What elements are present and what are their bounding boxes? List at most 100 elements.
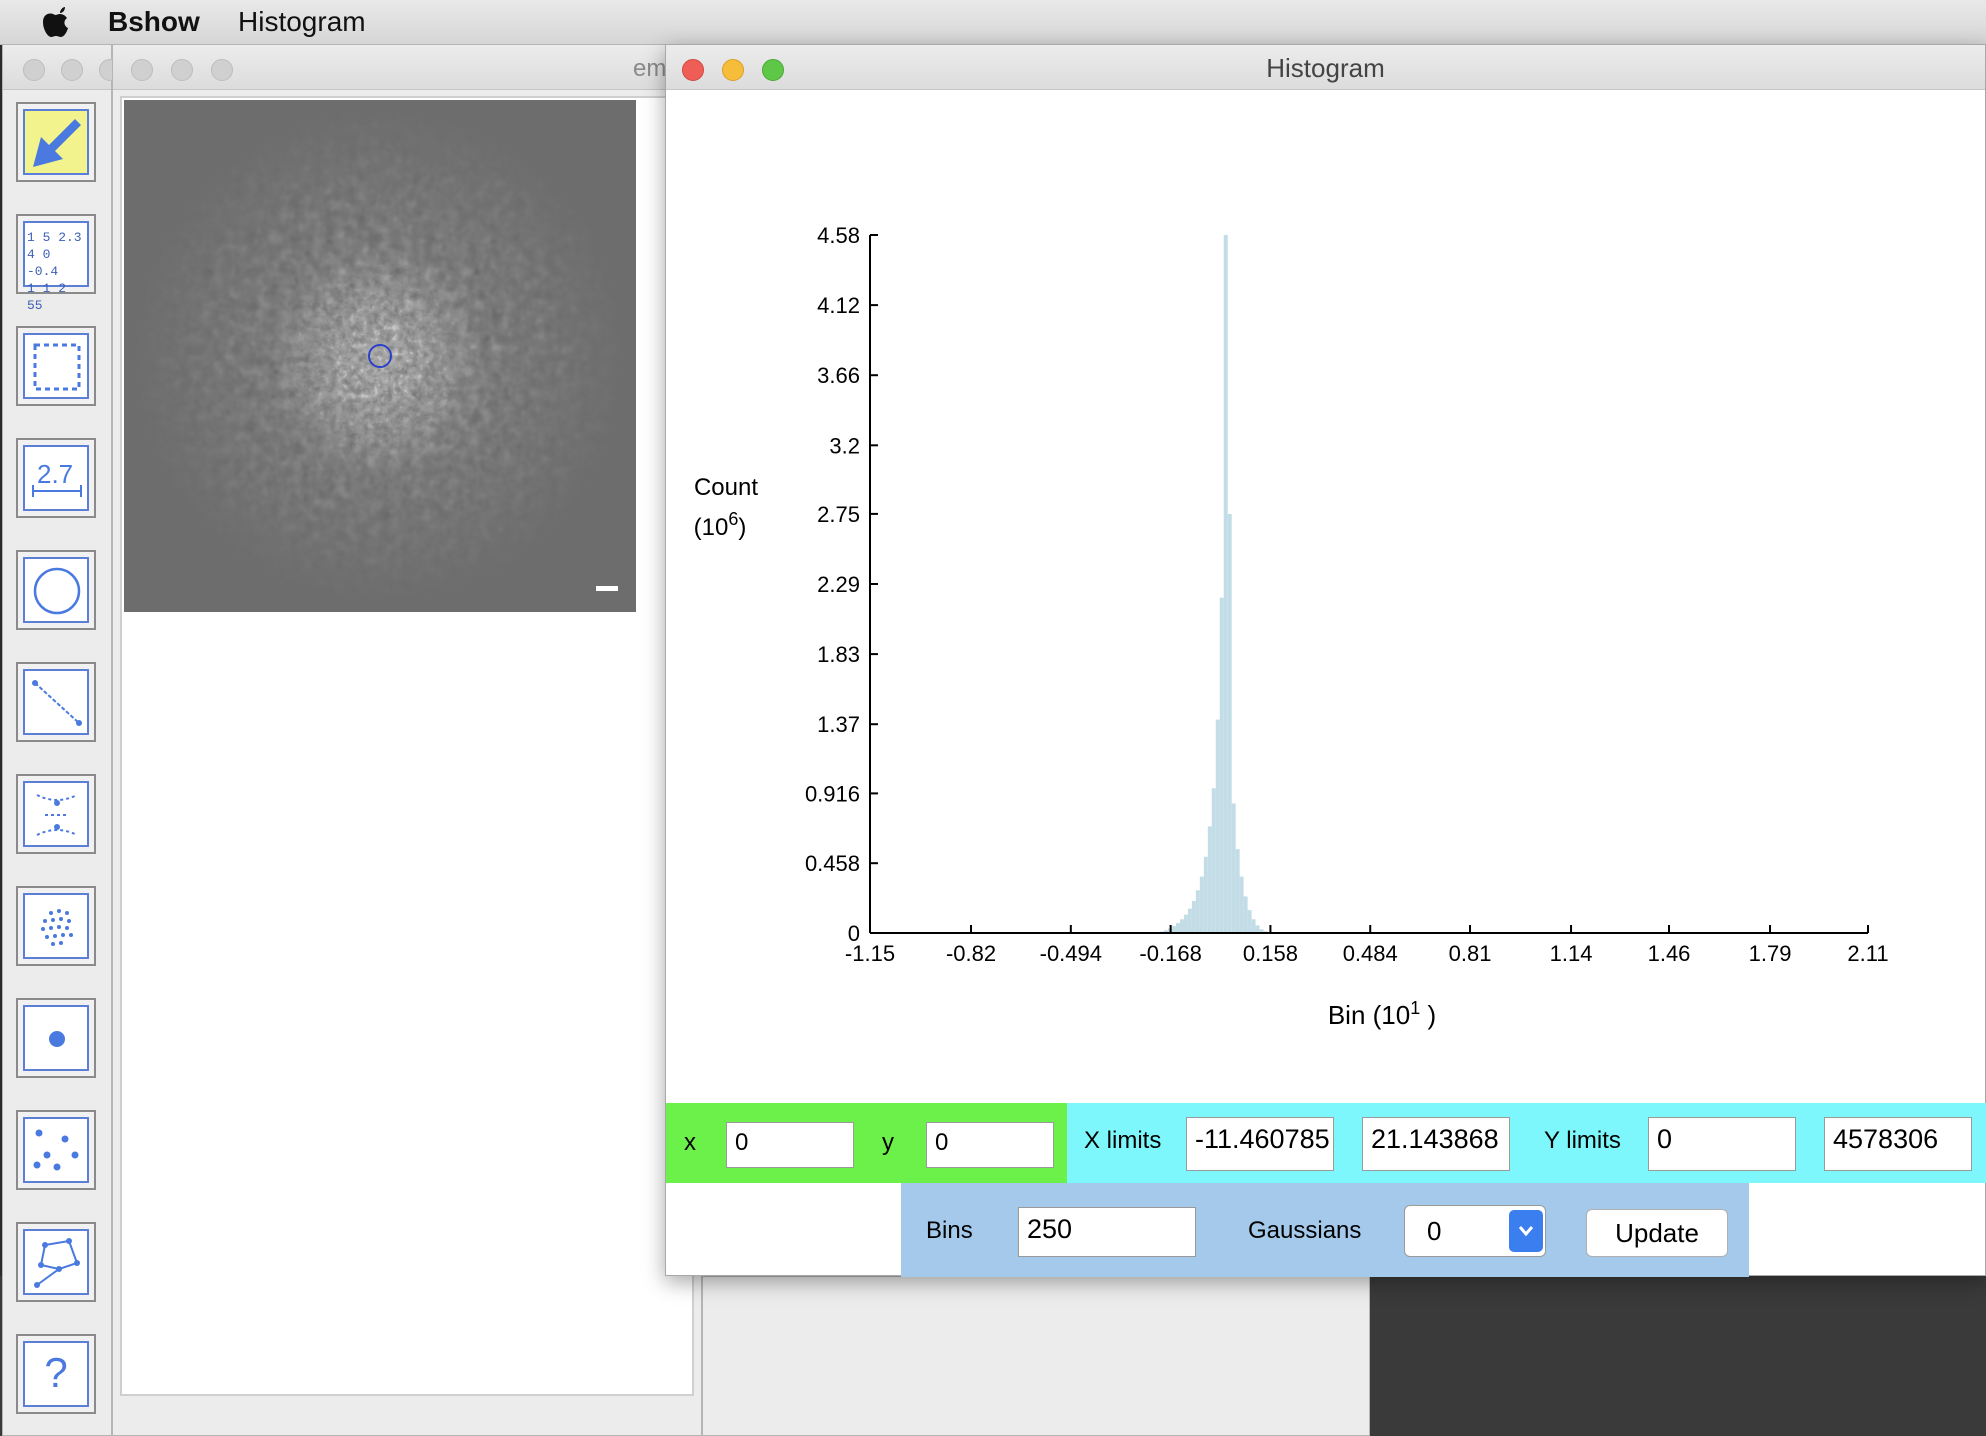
close-button[interactable]: [131, 59, 153, 81]
background-window: [702, 1276, 1370, 1436]
x-field[interactable]: 0: [726, 1122, 854, 1168]
histogram-bars: [1152, 235, 1272, 934]
ylimits-label: Y limits: [1544, 1127, 1621, 1154]
histogram-bar: [1187, 908, 1192, 933]
circle-tool[interactable]: [16, 550, 96, 630]
histogram-bar: [1219, 597, 1224, 933]
x-tick-label: -0.82: [946, 941, 996, 966]
values-tool[interactable]: 1 5 2.3 4 0 -0.4 1 1 2 55: [16, 214, 96, 313]
update-button[interactable]: Update: [1586, 1209, 1728, 1257]
micrograph-render: [124, 100, 636, 612]
micrograph-image[interactable]: [124, 100, 636, 612]
dashed-box-icon: [33, 343, 81, 391]
histogram-titlebar: Histogram: [666, 45, 1985, 90]
y-axis-unit: (106): [694, 509, 747, 541]
histogram-bar: [1215, 719, 1220, 933]
x-tick-label: 1.14: [1550, 941, 1593, 966]
y-label: y: [882, 1129, 894, 1156]
x-axis-title: Bin (10: [1328, 1000, 1410, 1030]
minimize-button[interactable]: [171, 59, 193, 81]
histogram-chart: Count (106) 00.4580.9161.371.832.292.753…: [694, 223, 1889, 1030]
ylim-max-field[interactable]: 4578306: [1824, 1117, 1972, 1171]
bins-field[interactable]: 250: [1018, 1207, 1196, 1257]
histogram-bar: [1239, 876, 1244, 933]
gaussians-select[interactable]: 0: [1404, 1205, 1546, 1257]
x-label: x: [684, 1129, 696, 1156]
gaussians-value: 0: [1427, 1216, 1442, 1246]
histogram-bar: [1175, 923, 1180, 933]
y-ticks: 00.4580.9161.371.832.292.753.23.664.124.…: [805, 223, 860, 946]
histogram-bar: [1172, 926, 1176, 933]
line-segment-icon: [32, 680, 82, 726]
ruler-icon: [32, 485, 82, 497]
polygon-icon: [34, 1238, 80, 1288]
x-axis-unit-close: ): [1420, 1000, 1436, 1030]
minimize-button[interactable]: [61, 59, 83, 81]
histogram-bar: [1203, 856, 1208, 933]
histogram-window: Histogram Count (106) 0 0.458 0.916 1.37 1.8…: [665, 44, 1986, 1277]
histogram-bar: [1247, 910, 1252, 933]
y-axis-unit-base: (10: [694, 514, 729, 541]
x-tick-label: 0.81: [1449, 941, 1492, 966]
tool-palette-titlebar: [3, 45, 121, 90]
values-line: 1 1 2 55: [27, 281, 67, 313]
y-field[interactable]: 0: [926, 1122, 1054, 1168]
histogram-bar: [1183, 914, 1188, 933]
pointer-tool[interactable]: [16, 102, 96, 182]
x-ticks: -1.15 -0.82 -0.494 -0.168 0.158 0.484 0.81 1.14…: [845, 941, 1889, 966]
x-tick-label: -0.168: [1139, 941, 1201, 966]
lattice-tool[interactable]: [16, 886, 96, 966]
x-tick-label: 2.11: [1847, 941, 1888, 966]
filament-tool[interactable]: [16, 774, 96, 854]
ylim-min-field[interactable]: 0: [1648, 1117, 1796, 1171]
y-axis-title: Count: [694, 474, 758, 501]
xlim-min-field[interactable]: -11.460785: [1186, 1117, 1334, 1171]
histogram-bar: [1255, 925, 1260, 933]
values-line: 1 5 2.3: [27, 230, 82, 245]
histogram-bar: [1243, 896, 1248, 933]
histogram-bar: [1199, 876, 1204, 933]
y-tick-label: 0.916: [805, 781, 860, 806]
xlimits-label: X limits: [1084, 1127, 1162, 1154]
point-tool[interactable]: [16, 998, 96, 1078]
histogram-bar: [1179, 919, 1184, 933]
box-select-tool[interactable]: [16, 326, 96, 406]
points-tool[interactable]: [16, 1110, 96, 1190]
histogram-bar: [1191, 900, 1196, 933]
update-button-label: Update: [1615, 1218, 1699, 1248]
question-icon: ?: [44, 1349, 68, 1396]
x-tick-label: -1.15: [845, 941, 895, 966]
histogram-bar: [1207, 826, 1212, 933]
y-tick-label: 2.75: [817, 502, 860, 527]
histogram-bar: [1227, 513, 1232, 933]
arrow-pointer-icon: [33, 119, 81, 167]
histogram-bar: [1231, 803, 1236, 933]
zoom-button[interactable]: [211, 59, 233, 81]
x-tick-label: 0.484: [1343, 941, 1398, 966]
bins-label: Bins: [926, 1217, 973, 1244]
x-axis-label: Bin (101 ): [1328, 998, 1436, 1030]
x-tick-label: 0.158: [1243, 941, 1298, 966]
xlim-max-field[interactable]: 21.143868: [1362, 1117, 1510, 1171]
line-tool[interactable]: [16, 662, 96, 742]
chevron-down-icon: [1509, 1210, 1543, 1252]
image-window-title: em: [633, 55, 667, 82]
apple-logo-icon[interactable]: [40, 6, 70, 38]
image-window-titlebar: em: [113, 45, 701, 90]
close-button[interactable]: [23, 59, 45, 81]
y-tick-label: 3.66: [817, 363, 860, 388]
help-tool[interactable]: ?: [16, 1334, 96, 1414]
y-axis-unit-close: ): [738, 514, 746, 541]
x-tick-label: 1.46: [1648, 941, 1691, 966]
menu-histogram[interactable]: Histogram: [238, 6, 366, 38]
x-tick-label: 1.79: [1749, 941, 1792, 966]
y-tick-label: 3.2: [829, 433, 860, 458]
histogram-bar: [1223, 235, 1228, 933]
circle-icon: [33, 567, 81, 615]
measure-tool[interactable]: 2.7: [16, 438, 96, 518]
y-tick-label: 1.37: [817, 712, 860, 737]
polygon-tool[interactable]: [16, 1222, 96, 1302]
menu-app-name[interactable]: Bshow: [108, 6, 200, 38]
axes: [869, 234, 1869, 934]
histogram-bar: [1195, 890, 1200, 933]
